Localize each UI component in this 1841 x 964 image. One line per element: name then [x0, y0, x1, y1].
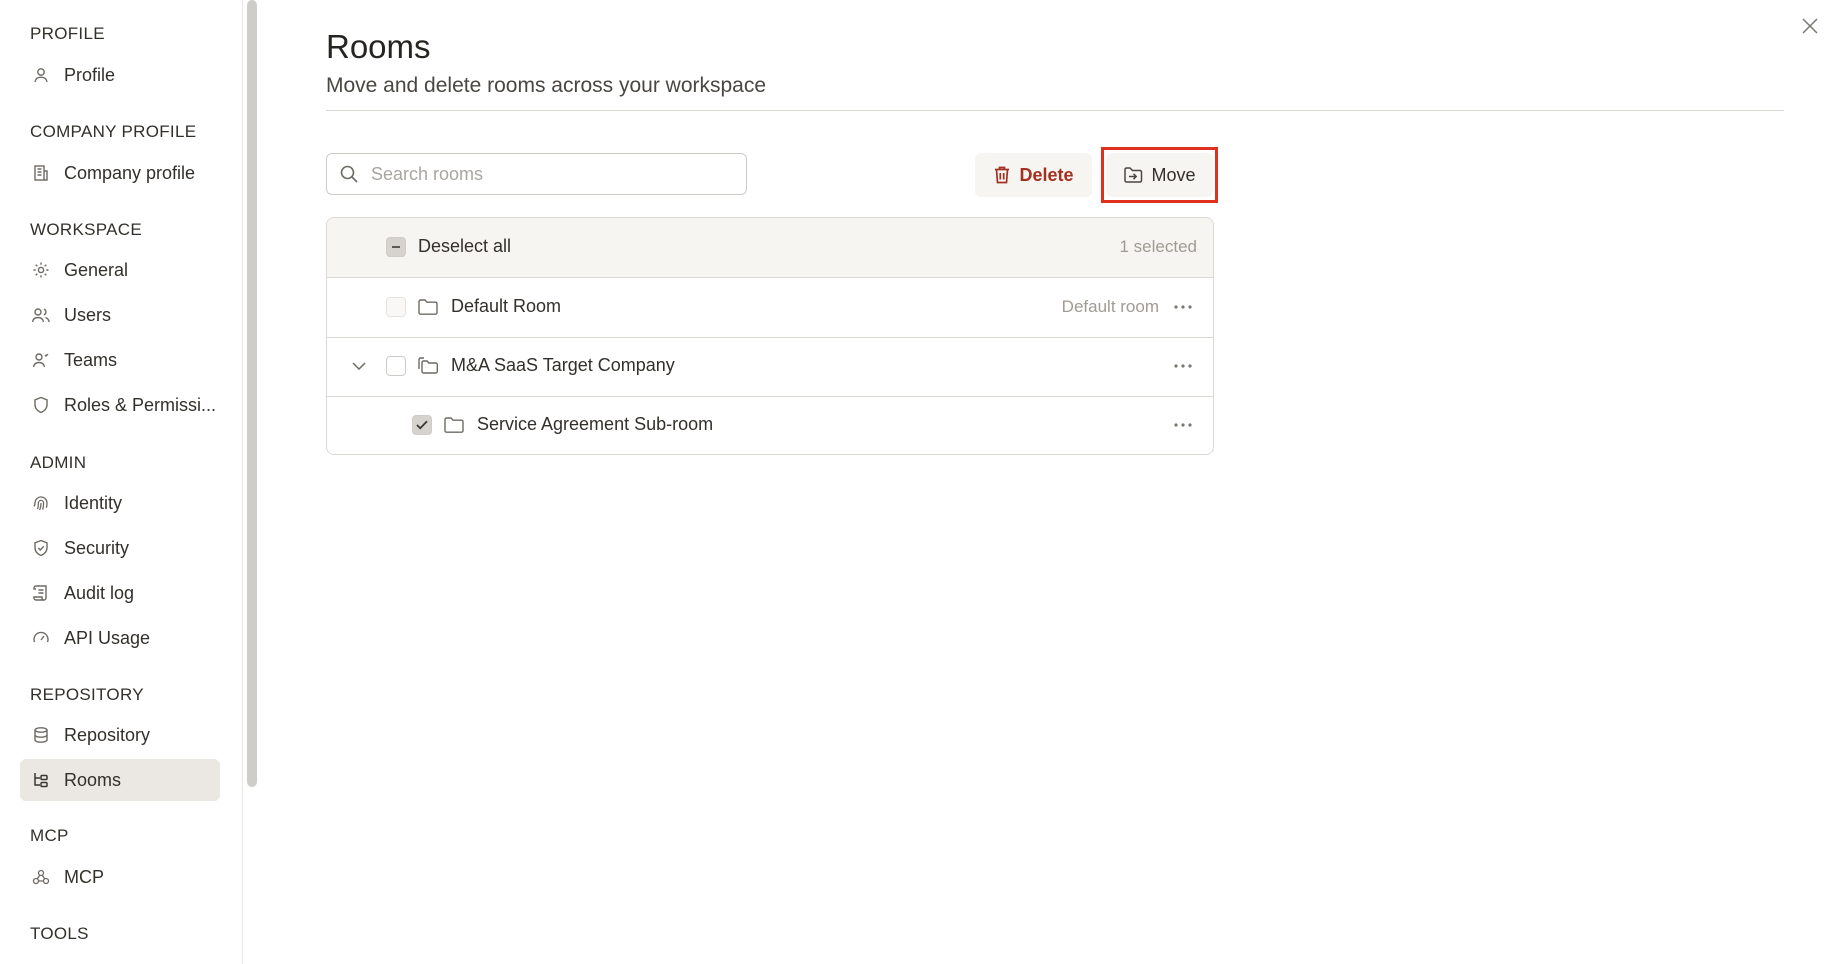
sidebar-item-label: General	[64, 259, 129, 280]
sidebar-item-audit-log[interactable]: Audit log	[20, 572, 220, 614]
folders-icon	[417, 356, 439, 376]
sidebar-item-company-profile[interactable]: Company profile	[20, 152, 220, 194]
close-button[interactable]	[1796, 12, 1824, 40]
selected-count: 1 selected	[1119, 237, 1198, 256]
room-name: Default Room	[451, 296, 562, 316]
search-box[interactable]	[326, 153, 747, 195]
gauge-icon	[30, 627, 52, 649]
row-checkbox[interactable]	[412, 415, 432, 435]
header-divider	[326, 110, 1784, 111]
users-icon	[30, 304, 52, 326]
room-meta: Default room	[1061, 297, 1159, 316]
room-name: M&A SaaS Target Company	[451, 355, 675, 375]
sidebar-item-security[interactable]: Security	[20, 527, 220, 569]
search-icon	[339, 164, 359, 184]
room-name: Service Agreement Sub-room	[477, 414, 714, 434]
sidebar-item-label: Teams	[64, 349, 118, 370]
sidebar-item-label: Profile	[64, 64, 116, 85]
table-header-row: Deselect all 1 selected	[327, 218, 1213, 278]
delete-button[interactable]: Delete	[975, 153, 1092, 197]
shield-icon	[30, 394, 52, 416]
move-icon	[1123, 166, 1143, 184]
sidebar-item-label: MCP	[64, 866, 104, 887]
section-title-company-profile: COMPANY PROFILE	[30, 122, 197, 141]
sidebar-item-mcp[interactable]: MCP	[20, 856, 220, 898]
sidebar-item-general[interactable]: General	[20, 249, 220, 291]
section-title-tools: TOOLS	[30, 924, 89, 943]
row-checkbox[interactable]	[386, 356, 406, 376]
deselect-all-label[interactable]: Deselect all	[418, 236, 511, 257]
move-button-label: Move	[1151, 164, 1196, 185]
section-title-mcp: MCP	[30, 826, 69, 845]
more-options-button[interactable]	[1171, 295, 1195, 319]
sidebar-item-roles-permissions[interactable]: Roles & Permissi...	[20, 384, 220, 426]
gear-icon	[30, 259, 52, 281]
database-icon	[30, 724, 52, 746]
folder-icon	[443, 415, 465, 435]
deselect-all-checkbox[interactable]	[386, 237, 406, 257]
sidebar-item-api-usage[interactable]: API Usage	[20, 617, 220, 659]
more-options-button[interactable]	[1171, 413, 1195, 437]
sidebar-item-identity[interactable]: Identity	[20, 482, 220, 524]
sidebar-item-label: Company profile	[64, 162, 196, 183]
fingerprint-icon	[30, 492, 52, 514]
rooms-table: Deselect all 1 selected Default Room Def…	[326, 217, 1214, 455]
section-title-workspace: WORKSPACE	[30, 220, 142, 239]
table-row[interactable]: M&A SaaS Target Company	[327, 337, 1213, 397]
delete-button-label: Delete	[1019, 164, 1074, 185]
sidebar-item-label: Users	[64, 304, 112, 325]
sidebar-scrollbar[interactable]	[247, 0, 257, 787]
more-icon	[1174, 423, 1192, 427]
row-checkbox[interactable]	[386, 297, 406, 317]
sidebar-item-rooms[interactable]: Rooms	[20, 759, 220, 801]
check-icon	[416, 420, 428, 430]
page-subtitle: Move and delete rooms across your worksp…	[326, 74, 767, 97]
sidebar-item-label: Roles & Permissi...	[64, 394, 217, 415]
sidebar-item-users[interactable]: Users	[20, 294, 220, 336]
move-button[interactable]: Move	[1106, 153, 1213, 197]
close-icon	[1801, 17, 1819, 35]
section-title-profile: PROFILE	[30, 24, 105, 43]
search-input[interactable]	[369, 162, 733, 186]
sidebar-item-profile[interactable]: Profile	[20, 54, 220, 96]
section-title-repository: REPOSITORY	[30, 685, 144, 704]
table-row[interactable]: Default Room Default room	[327, 278, 1213, 338]
shield-check-icon	[30, 537, 52, 559]
sidebar-item-repository[interactable]: Repository	[20, 714, 220, 756]
page-title: Rooms	[326, 28, 431, 65]
more-icon	[1174, 305, 1192, 309]
more-icon	[1174, 364, 1192, 368]
sidebar-item-label: Rooms	[64, 769, 122, 790]
user-icon	[30, 64, 52, 86]
folder-icon	[417, 297, 439, 317]
trash-icon	[993, 165, 1011, 185]
team-icon	[30, 349, 52, 371]
more-options-button[interactable]	[1171, 354, 1195, 378]
sidebar-item-label: Repository	[64, 724, 151, 745]
building-icon	[30, 162, 52, 184]
sidebar-item-teams[interactable]: Teams	[20, 339, 220, 381]
network-icon	[30, 866, 52, 888]
scroll-icon	[30, 582, 52, 604]
tree-icon	[30, 769, 52, 791]
sidebar-item-label: API Usage	[64, 627, 151, 648]
chevron-down-icon	[352, 362, 366, 370]
sidebar-item-label: Identity	[64, 492, 123, 513]
table-row[interactable]: Service Agreement Sub-room	[327, 396, 1213, 454]
sidebar-item-label: Audit log	[64, 582, 135, 603]
sidebar: PROFILE Profile COMPANY PROFILE Company …	[0, 0, 243, 964]
section-title-admin: ADMIN	[30, 453, 87, 472]
sidebar-item-label: Security	[64, 537, 130, 558]
expand-toggle[interactable]	[349, 356, 369, 376]
